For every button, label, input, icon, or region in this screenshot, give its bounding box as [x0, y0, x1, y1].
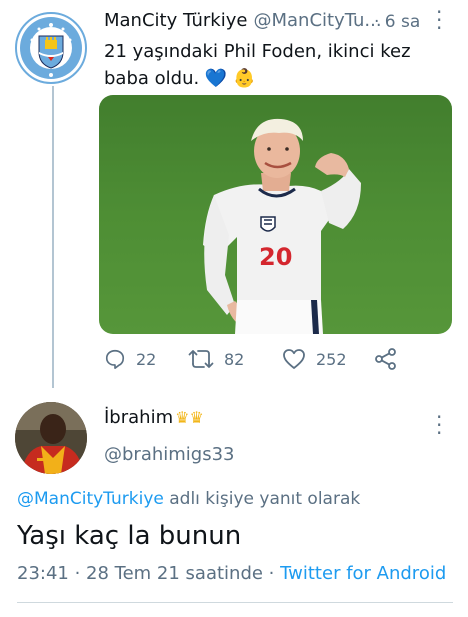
tweet-photo[interactable]: 20	[99, 95, 452, 334]
reply-author-avatar[interactable]	[15, 402, 87, 474]
source-link[interactable]: Twitter for Android	[280, 563, 446, 584]
avatar-photo	[15, 402, 87, 474]
mancity-crest-icon	[15, 12, 87, 84]
divider	[17, 602, 453, 603]
share-icon	[375, 348, 396, 370]
svg-text:20: 20	[259, 243, 292, 271]
heart-icon	[283, 349, 305, 369]
reply-author-handle[interactable]: @brahimigs33	[104, 444, 235, 465]
reply-icon	[105, 349, 125, 369]
reply-author[interactable]: İbrahim ♛♛	[104, 407, 204, 428]
reply-meta: 23:41 · 28 Tem 21 saatinde · Twitter for…	[17, 563, 446, 584]
replying-to-label: adlı kişiye yanıt olarak	[163, 489, 361, 509]
tweet-author[interactable]: ManCity Türkiye @ManCityTu...	[104, 10, 384, 31]
author-display-name[interactable]: ManCity Türkiye	[104, 10, 247, 31]
like-count: 252	[316, 349, 347, 369]
more-options-icon[interactable]: · · ·	[436, 2, 442, 38]
retweet-icon	[188, 350, 214, 368]
thread-connector-line	[52, 86, 54, 388]
replying-to-line: @ManCityTurkiye adlı kişiye yanıt olarak	[17, 489, 360, 509]
tweet-text: 21 yaşındaki Phil Foden, ikinci kez baba…	[104, 41, 411, 89]
reply-mention-link[interactable]: @ManCityTurkiye	[17, 489, 164, 509]
retweet-button[interactable]: 82	[188, 348, 244, 370]
reply-text: Yaşı kaç la bunun	[17, 521, 242, 551]
more-options-icon[interactable]: · · ·	[436, 407, 442, 443]
share-button[interactable]	[374, 348, 408, 370]
tweet-timestamp[interactable]: · 6 sa	[374, 12, 420, 32]
mancity-avatar[interactable]	[15, 12, 87, 84]
like-button[interactable]: 252	[282, 348, 347, 370]
tweet-action-bar: 22 82 252	[104, 348, 444, 374]
player-photo: 20	[99, 95, 452, 334]
author-handle[interactable]: @ManCityTu...	[253, 10, 381, 31]
crown-icon: ♛♛	[175, 408, 204, 427]
reply-display-name[interactable]: İbrahim	[104, 407, 173, 428]
reply-timestamp[interactable]: 23:41 · 28 Tem 21 saatinde ·	[17, 563, 280, 584]
reply-count: 22	[136, 349, 157, 369]
reply-button[interactable]: 22	[104, 348, 156, 370]
retweet-count: 82	[224, 349, 245, 369]
